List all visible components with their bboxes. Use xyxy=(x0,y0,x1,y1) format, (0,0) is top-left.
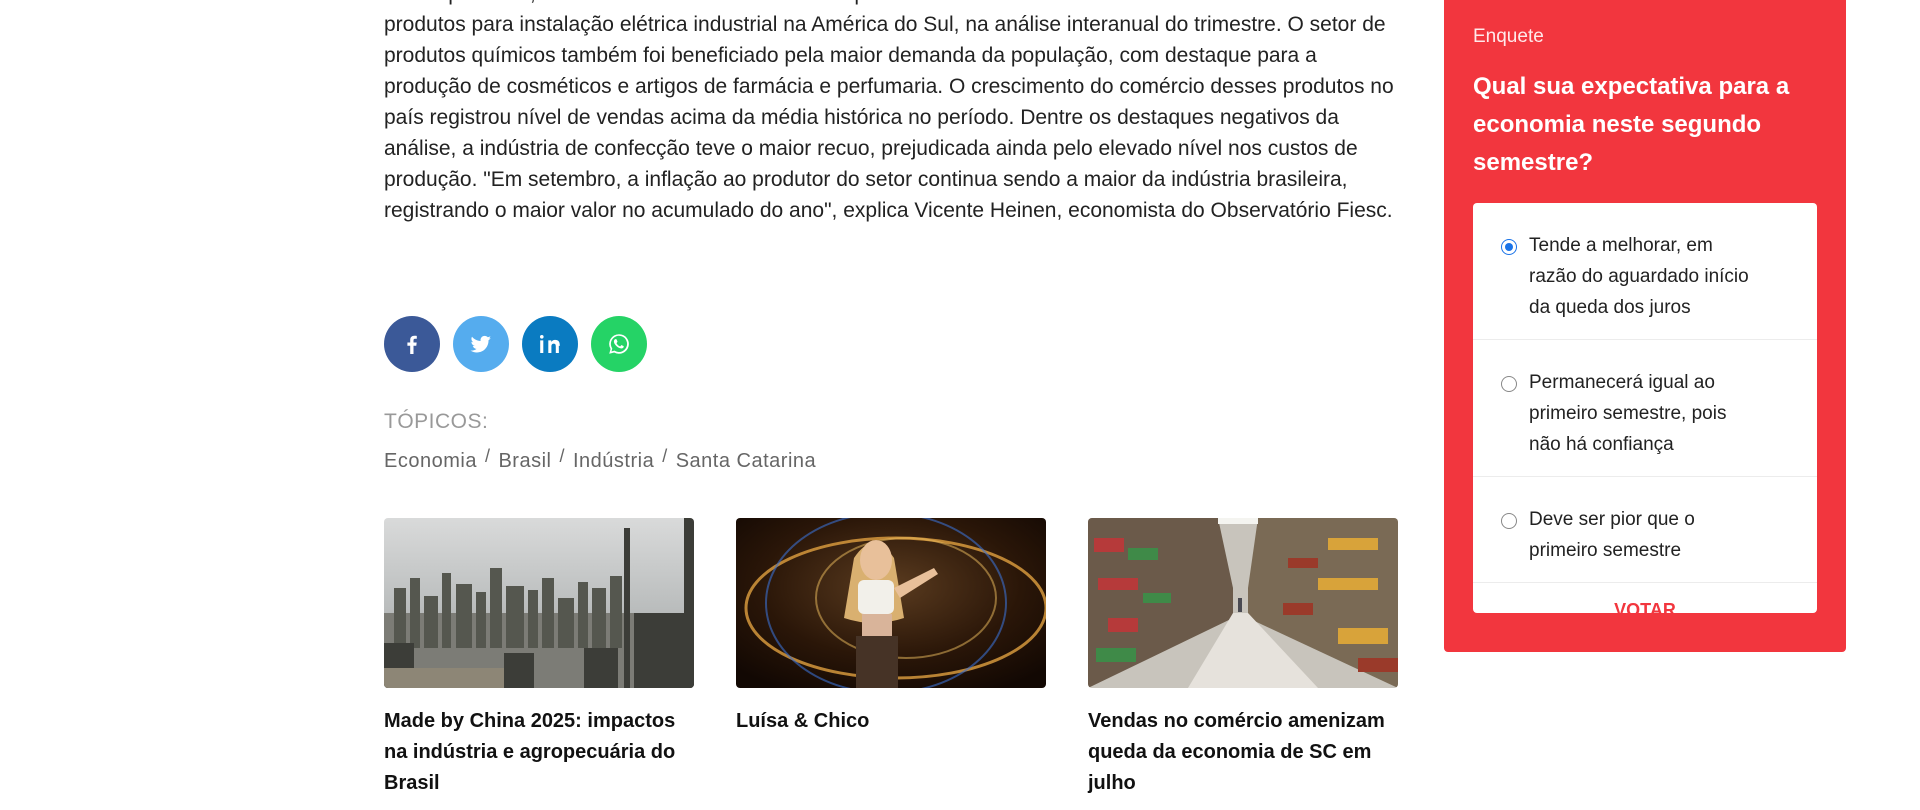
supermarket-aisle-image[interactable] xyxy=(1088,518,1398,688)
twitter-icon xyxy=(470,335,491,353)
related-article-card[interactable]: Vendas no comércio amenizam queda da eco… xyxy=(1088,518,1398,799)
singer-performance-image[interactable] xyxy=(736,518,1046,688)
twitter-share-button[interactable] xyxy=(453,316,509,372)
topic-separator: / xyxy=(559,446,565,466)
article-paragraph: outros produtos, como os conversores ele… xyxy=(384,0,1394,222)
poll-label: Enquete xyxy=(1473,26,1544,47)
radio-button[interactable] xyxy=(1501,376,1517,392)
poll-option[interactable]: Permanecerá igual ao primeiro semestre, … xyxy=(1473,340,1817,477)
topic-separator: / xyxy=(484,446,491,466)
poll-options-box: Tende a melhorar, em razão do aguardado … xyxy=(1473,203,1817,620)
facebook-icon xyxy=(407,335,417,354)
related-article-title[interactable]: Made by China 2025: impactos na indústri… xyxy=(384,706,694,799)
related-article-title[interactable]: Vendas no comércio amenizam queda da eco… xyxy=(1088,706,1398,799)
related-article-card[interactable]: Luísa & Chico xyxy=(736,518,1046,799)
poll-option-label: Tende a melhorar, em razão do aguardado … xyxy=(1529,235,1749,318)
topics-list: Economia / Brasil / Indústria / Santa Ca… xyxy=(384,446,816,473)
linkedin-share-button[interactable] xyxy=(522,316,578,372)
article-body: outros produtos, como os conversores ele… xyxy=(384,0,1400,226)
poll-option-label: Permanecerá igual ao primeiro semestre, … xyxy=(1529,372,1727,455)
city-skyline-image[interactable] xyxy=(384,518,694,688)
linkedin-icon xyxy=(540,335,560,353)
topic-tag-brasil[interactable]: Brasil xyxy=(498,450,551,473)
whatsapp-share-button[interactable] xyxy=(591,316,647,372)
radio-button[interactable] xyxy=(1501,513,1517,529)
whatsapp-icon xyxy=(609,334,629,354)
facebook-share-button[interactable] xyxy=(384,316,440,372)
radio-button-selected[interactable] xyxy=(1501,239,1517,255)
topic-separator: / xyxy=(662,446,668,466)
poll-option[interactable]: Deve ser pior que o primeiro semestre xyxy=(1473,477,1817,583)
related-articles: Made by China 2025: impactos na indústri… xyxy=(384,518,1398,799)
topic-tag-industria[interactable]: Indústria xyxy=(573,450,654,473)
related-article-card[interactable]: Made by China 2025: impactos na indústri… xyxy=(384,518,694,799)
poll-option-label: Deve ser pior que o primeiro semestre xyxy=(1529,509,1695,561)
related-article-title[interactable]: Luísa & Chico xyxy=(736,706,1046,737)
topic-tag-santa-catarina[interactable]: Santa Catarina xyxy=(676,450,816,473)
share-bar xyxy=(384,316,647,372)
poll-widget: Enquete Qual sua expectativa para a econ… xyxy=(1444,0,1846,652)
vote-button[interactable]: VOTAR xyxy=(1473,583,1817,621)
topic-tag-economia[interactable]: Economia xyxy=(384,450,477,473)
poll-question: Qual sua expectativa para a economia nes… xyxy=(1473,73,1790,176)
topics-label: TÓPICOS: xyxy=(384,410,489,433)
poll-option[interactable]: Tende a melhorar, em razão do aguardado … xyxy=(1473,203,1817,340)
